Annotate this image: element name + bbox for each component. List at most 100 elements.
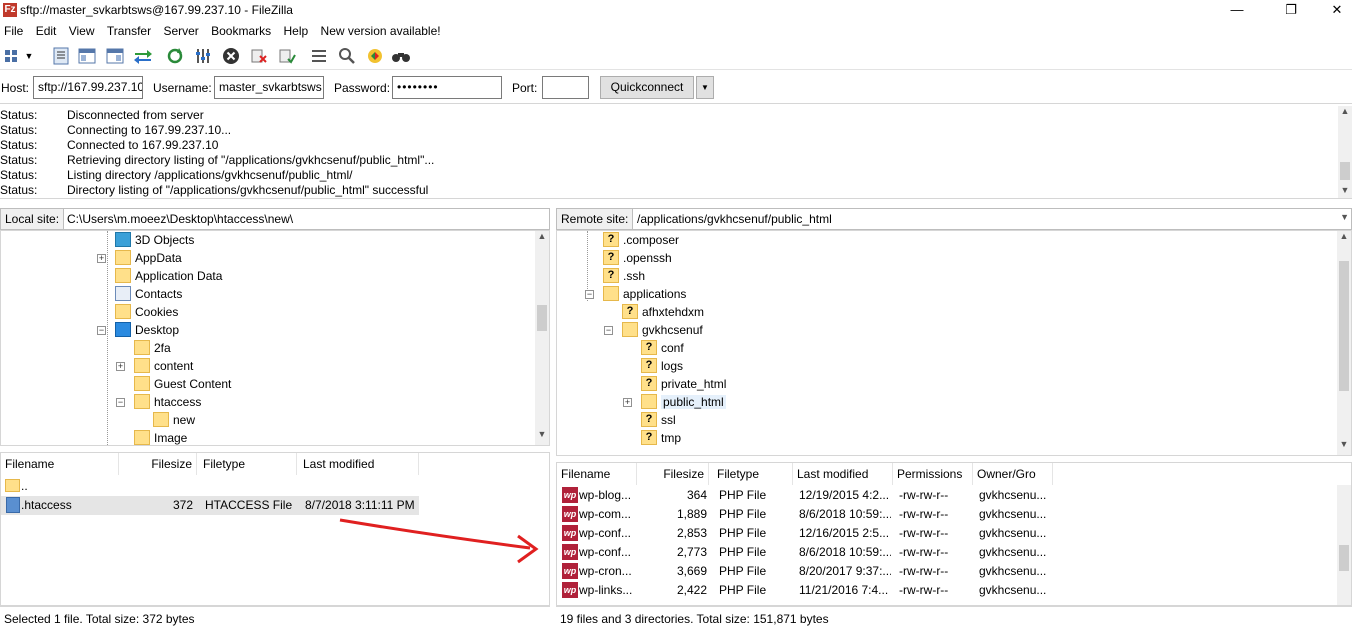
local-tree-scrollbar[interactable]: ▲ ▼ xyxy=(535,231,549,445)
tree-node[interactable]: + public_html xyxy=(623,393,863,411)
expand-icon[interactable]: + xyxy=(116,362,125,371)
local-path-input[interactable]: C:\Users\m.moeez\Desktop\htaccess\new\ xyxy=(67,212,293,226)
scroll-thumb[interactable] xyxy=(537,305,547,331)
tree-node[interactable]: − applications xyxy=(585,285,825,303)
tree-node[interactable]: ? tmp xyxy=(623,429,863,447)
column-header[interactable]: Filetype xyxy=(199,453,297,475)
scroll-up-icon[interactable]: ▲ xyxy=(1338,106,1352,120)
tree-node[interactable]: ? .ssh xyxy=(585,267,825,285)
remote-path-dropdown-icon[interactable]: ▼ xyxy=(1340,212,1349,222)
tree-node[interactable]: ? afhxtehdxm xyxy=(604,303,844,321)
scroll-up-icon[interactable]: ▲ xyxy=(1337,231,1351,245)
file-row[interactable]: .. xyxy=(1,477,419,496)
column-header[interactable]: Filesize xyxy=(119,453,197,475)
column-header[interactable]: Filesize xyxy=(637,463,709,485)
toggle-queue-icon[interactable] xyxy=(132,45,154,67)
collapse-icon[interactable]: − xyxy=(97,326,106,335)
refresh-icon[interactable] xyxy=(164,45,186,67)
scroll-thumb[interactable] xyxy=(1339,261,1349,391)
tree-node[interactable]: − Desktop xyxy=(97,321,337,339)
reconnect-icon[interactable] xyxy=(276,45,298,67)
collapse-icon[interactable]: − xyxy=(116,398,125,407)
collapse-icon[interactable]: − xyxy=(585,290,594,299)
file-row[interactable]: wp wp-links... 2,422 PHP File 11/21/2016 7:4… xyxy=(557,581,1053,600)
collapse-icon[interactable]: − xyxy=(604,326,613,335)
minimize-button[interactable]: — xyxy=(1214,0,1260,22)
find-files-icon[interactable] xyxy=(390,45,412,67)
tree-node[interactable]: − gvkhcsenuf xyxy=(604,321,844,339)
tree-node[interactable]: Image xyxy=(116,429,356,445)
column-header[interactable]: Last modified xyxy=(793,463,893,485)
process-queue-icon[interactable] xyxy=(192,45,214,67)
remote-path-input[interactable]: /applications/gvkhcsenuf/public_html xyxy=(637,212,832,226)
username-input[interactable]: master_svkarbtsws xyxy=(214,76,324,99)
tree-node[interactable]: Cookies xyxy=(97,303,337,321)
scroll-down-icon[interactable]: ▼ xyxy=(1338,185,1352,198)
tree-node[interactable]: + AppData xyxy=(97,249,337,267)
menu-bookmarks[interactable]: Bookmarks xyxy=(207,22,275,40)
file-row[interactable]: wp wp-cron... 3,669 PHP File 8/20/2017 9:37:… xyxy=(557,562,1053,581)
tree-node-label: Guest Content xyxy=(154,377,232,391)
filter-icon[interactable] xyxy=(308,45,330,67)
remote-tree-scrollbar[interactable]: ▲ ▼ xyxy=(1337,231,1351,455)
log-scrollbar[interactable]: ▲ ▼ xyxy=(1338,106,1352,198)
tree-node[interactable]: Contacts xyxy=(97,285,337,303)
quickconnect-dropdown-icon[interactable]: ▼ xyxy=(696,76,714,99)
scroll-thumb[interactable] xyxy=(1339,545,1349,571)
column-header[interactable]: Filetype xyxy=(713,463,793,485)
quickconnect-button[interactable]: Quickconnect xyxy=(600,76,694,99)
tree-node[interactable]: ? .openssh xyxy=(585,249,825,267)
compare-icon[interactable] xyxy=(364,45,386,67)
menu-help[interactable]: Help xyxy=(280,22,313,40)
scroll-down-icon[interactable]: ▼ xyxy=(1337,439,1351,453)
close-button[interactable]: ✕ xyxy=(1314,0,1352,22)
tree-node[interactable]: ? private_html xyxy=(623,375,863,393)
file-modified: 12/19/2015 4:2... xyxy=(799,488,890,502)
column-header[interactable]: Owner/Gro xyxy=(973,463,1053,485)
remote-list-scrollbar[interactable] xyxy=(1337,485,1351,605)
menu-view[interactable]: View xyxy=(65,22,99,40)
column-header[interactable]: Last modified xyxy=(299,453,419,475)
tree-node[interactable]: new xyxy=(135,411,375,429)
column-header[interactable]: Filename xyxy=(1,453,119,475)
site-manager-dropdown-icon[interactable]: ▼ xyxy=(22,45,36,67)
file-row[interactable]: wp wp-conf... 2,773 PHP File 8/6/2018 10:59:… xyxy=(557,543,1053,562)
file-row[interactable]: wp wp-blog... 364 PHP File 12/19/2015 4:2...… xyxy=(557,486,1053,505)
scroll-thumb[interactable] xyxy=(1340,162,1350,180)
expand-icon[interactable]: + xyxy=(623,398,632,407)
menu-transfer[interactable]: Transfer xyxy=(103,22,155,40)
menu-edit[interactable]: Edit xyxy=(32,22,61,40)
toggle-log-icon[interactable] xyxy=(50,45,72,67)
toggle-remote-tree-icon[interactable] xyxy=(104,45,126,67)
column-header[interactable]: Permissions xyxy=(893,463,973,485)
unknown-folder-icon: ? xyxy=(603,250,619,265)
menu-server[interactable]: Server xyxy=(159,22,202,40)
expand-icon[interactable]: + xyxy=(97,254,106,263)
menu-new-version[interactable]: New version available! xyxy=(317,22,445,40)
tree-node[interactable]: ? ssl xyxy=(623,411,863,429)
site-manager-icon[interactable] xyxy=(2,45,24,67)
password-input[interactable]: •••••••• xyxy=(392,76,502,99)
column-header[interactable]: Filename xyxy=(557,463,637,485)
tree-node[interactable]: + content xyxy=(116,357,356,375)
port-input[interactable] xyxy=(542,76,589,99)
tree-node[interactable]: 2fa xyxy=(116,339,356,357)
tree-node[interactable]: ? .composer xyxy=(585,231,825,249)
disconnect-icon[interactable] xyxy=(248,45,270,67)
cancel-icon[interactable] xyxy=(220,45,242,67)
host-input[interactable]: sftp://167.99.237.10 xyxy=(33,76,143,99)
tree-node[interactable]: ? logs xyxy=(623,357,863,375)
maximize-button[interactable]: ❐ xyxy=(1268,0,1314,22)
tree-node[interactable]: ? conf xyxy=(623,339,863,357)
file-row[interactable]: wp wp-conf... 2,853 PHP File 12/16/2015 2:5.… xyxy=(557,524,1053,543)
scroll-up-icon[interactable]: ▲ xyxy=(535,231,549,245)
menu-file[interactable]: File xyxy=(0,22,27,40)
tree-node[interactable]: Application Data xyxy=(97,267,337,285)
tree-node[interactable]: − htaccess xyxy=(116,393,356,411)
search-icon[interactable] xyxy=(336,45,358,67)
scroll-down-icon[interactable]: ▼ xyxy=(535,429,549,443)
tree-node[interactable]: Guest Content xyxy=(116,375,356,393)
tree-node[interactable]: 3D Objects xyxy=(97,231,337,249)
toggle-local-tree-icon[interactable] xyxy=(76,45,98,67)
file-row[interactable]: wp wp-com... 1,889 PHP File 8/6/2018 10:59:.… xyxy=(557,505,1053,524)
